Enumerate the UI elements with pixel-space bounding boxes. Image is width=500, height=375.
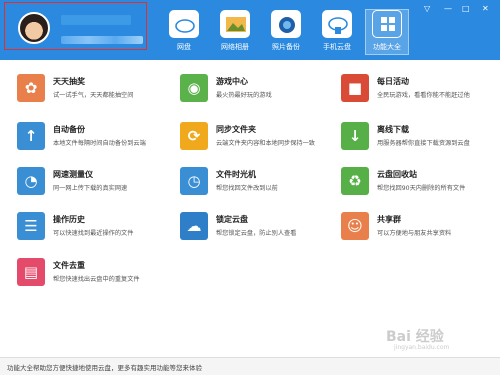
feature-title: 操作历史 (53, 215, 85, 224)
feature-offline-download[interactable]: ↓ 离线下载 用服务器帮你直接下载资源到云盘 (341, 122, 500, 162)
feature-time-machine[interactable]: ◷ 文件时光机 帮您找回文件改到以前 (180, 167, 340, 207)
feature-title: 同步文件夹 (216, 125, 256, 134)
nav-netdisk[interactable]: 网盘 (162, 10, 206, 54)
watermark: Bai 经验 (386, 329, 444, 345)
dedup-icon: ▤ (17, 258, 45, 286)
nav-all-features[interactable]: 功能大全 (365, 9, 409, 55)
user-profile[interactable] (4, 2, 147, 50)
feature-title: 网速测量仪 (53, 170, 93, 179)
feature-share-group[interactable]: ☺ 共享群 可以方便地与朋友共享资料 (341, 212, 500, 252)
feature-desc: 本地文件每隔时间自动备份到云端 (53, 140, 146, 147)
feature-desc: 试一试手气，天天都能抽空间 (53, 92, 134, 99)
avatar[interactable] (18, 12, 50, 44)
upload-cloud-icon: ↑ (17, 122, 45, 150)
feature-desc: 可以快速找到最近操作的文件 (53, 230, 134, 237)
feature-title: 自动备份 (53, 125, 85, 134)
feature-desc: 可以方便地与朋友共享资料 (377, 230, 452, 237)
feature-desc: 帮您找回文件改到以前 (216, 185, 278, 192)
nav-photo-backup[interactable]: 照片备份 (264, 10, 308, 54)
username-redacted (61, 15, 131, 25)
feature-lock-disk[interactable]: ☁ 锁定云盘 帮您锁定云盘，防止别人查看 (180, 212, 340, 252)
download-icon: ↓ (341, 122, 369, 150)
nav-label: 网络相册 (221, 43, 249, 51)
share-group-icon: ☺ (341, 212, 369, 240)
feature-auto-backup[interactable]: ↑ 自动备份 本地文件每隔时间自动备份到云端 (17, 122, 177, 162)
feature-speed-test[interactable]: ◔ 网速测量仪 同一网上传下载的真实网速 (17, 167, 177, 207)
feature-desc: 全民玩游戏，看看你能不能赶过他 (377, 92, 470, 99)
maximize-button[interactable]: □ (462, 4, 470, 13)
feature-desc: 最火热最好玩的游戏 (216, 92, 272, 99)
feature-title: 每日活动 (377, 77, 409, 86)
feature-title: 云盘回收站 (377, 170, 417, 179)
feature-game-center[interactable]: ◉ 游戏中心 最火热最好玩的游戏 (180, 74, 340, 114)
time-machine-icon: ◷ (180, 167, 208, 195)
feature-title: 天天抽奖 (53, 77, 85, 86)
feature-desc: 帮您快速找出云盘中的重复文件 (53, 276, 140, 283)
lock-cloud-icon: ☁ (180, 212, 208, 240)
nav-label: 照片备份 (272, 43, 300, 51)
feature-history[interactable]: ☰ 操作历史 可以快速找到最近操作的文件 (17, 212, 177, 252)
history-icon: ☰ (17, 212, 45, 240)
feature-title: 游戏中心 (216, 77, 248, 86)
feature-title: 共享群 (377, 215, 401, 224)
status-bar: 功能大全帮助您方便快捷地使用云盘，更多有趣实用功能等您来体验 (0, 357, 500, 375)
gift-icon: ■ (341, 74, 369, 102)
photo-album-icon (220, 10, 250, 38)
recycle-icon: ♻ (341, 167, 369, 195)
feature-desc: 用服务器帮你直接下载资源到云盘 (377, 140, 470, 147)
nav-photo-album[interactable]: 网络相册 (213, 10, 257, 54)
lottery-icon: ✿ (17, 74, 45, 102)
sync-icon: ⟳ (180, 122, 208, 150)
top-header: 网盘 网络相册 照片备份 手机云盘 功能大全 ▽ — □ ✕ (0, 0, 500, 60)
status-text: 功能大全帮助您方便快捷地使用云盘，更多有趣实用功能等您来体验 (7, 364, 202, 372)
feature-recycle-bin[interactable]: ♻ 云盘回收站 帮您找回90天内删除的所有文件 (341, 167, 500, 207)
minimize-button[interactable]: — (444, 4, 452, 13)
cloud-icon (169, 10, 199, 38)
feature-daily-event[interactable]: ■ 每日活动 全民玩游戏，看看你能不能赶过他 (341, 74, 500, 114)
nav-label: 网盘 (177, 43, 191, 51)
storage-info-redacted (61, 36, 143, 44)
feature-title: 文件时光机 (216, 170, 256, 179)
nav-label: 手机云盘 (323, 43, 351, 51)
feature-title: 离线下载 (377, 125, 409, 134)
feature-title: 锁定云盘 (216, 215, 248, 224)
feature-dedup[interactable]: ▤ 文件去重 帮您快速找出云盘中的重复文件 (17, 258, 177, 298)
close-button[interactable]: ✕ (482, 4, 489, 13)
feature-title: 文件去重 (53, 261, 85, 270)
watermark-sub: jingyan.baidu.com (394, 344, 450, 351)
menu-dropdown-button[interactable]: ▽ (424, 4, 430, 13)
nav-phone-cloud[interactable]: 手机云盘 (315, 10, 359, 54)
feature-lottery[interactable]: ✿ 天天抽奖 试一试手气，天天都能抽空间 (17, 74, 177, 114)
features-icon (372, 10, 402, 38)
nav-label: 功能大全 (373, 43, 401, 51)
gamepad-icon: ◉ (180, 74, 208, 102)
phone-cloud-icon (322, 10, 352, 38)
feature-sync-folder[interactable]: ⟳ 同步文件夹 云端文件夹内容和本地同步保持一致 (180, 122, 340, 162)
feature-desc: 同一网上传下载的真实网速 (53, 185, 128, 192)
feature-desc: 帮您锁定云盘，防止别人查看 (216, 230, 297, 237)
feature-desc: 帮您找回90天内删除的所有文件 (377, 185, 466, 192)
camera-icon (271, 10, 301, 38)
feature-desc: 云端文件夹内容和本地同步保持一致 (216, 140, 315, 147)
speedometer-icon: ◔ (17, 167, 45, 195)
